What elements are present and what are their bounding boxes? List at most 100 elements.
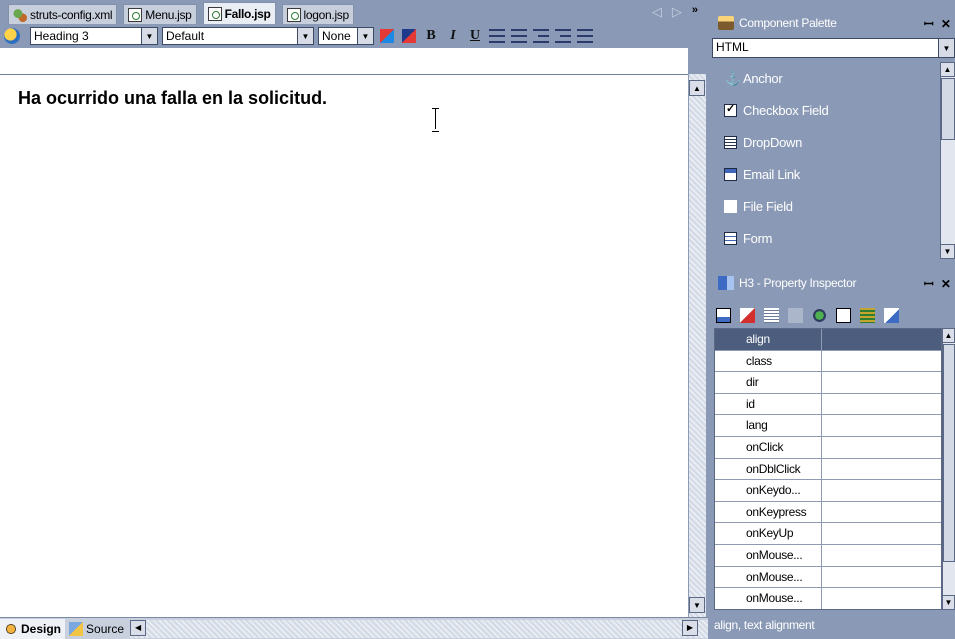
unordered-list-button[interactable]	[510, 27, 528, 45]
property-value[interactable]	[822, 480, 941, 501]
property-name: onDblClick	[715, 458, 822, 480]
wizard-icon[interactable]	[4, 28, 20, 44]
palette-item-anchor[interactable]: ⚓ Anchor	[712, 62, 955, 94]
property-value[interactable]	[822, 459, 941, 480]
tab-fallo-jsp[interactable]: Fallo.jsp	[202, 2, 276, 24]
property-row[interactable]: align	[715, 329, 941, 351]
property-value[interactable]	[822, 502, 941, 523]
scroll-down-icon[interactable]: ▼	[942, 595, 955, 610]
palette-scrollbar[interactable]: ▲ ▼	[940, 62, 955, 259]
palette-item-label: Form	[743, 230, 773, 246]
font-size-select[interactable]: None ▼	[318, 27, 374, 45]
property-row[interactable]: onKeyUp	[715, 523, 941, 545]
chevron-down-icon[interactable]: ▼	[141, 28, 157, 44]
properties-view-icon[interactable]	[716, 307, 731, 323]
property-grid-scrollbar[interactable]: ▲ ▼	[942, 328, 955, 610]
tab-design[interactable]: Design	[0, 618, 66, 639]
property-row[interactable]: onMouse...	[715, 566, 941, 589]
bold-button[interactable]: B	[422, 27, 440, 45]
document-canvas[interactable]	[0, 74, 688, 617]
property-value[interactable]	[822, 567, 941, 588]
underline-button[interactable]: U	[466, 27, 484, 45]
editor-vertical-scrollbar[interactable]: ▲ ▼	[688, 74, 706, 617]
disabled-tool-icon	[788, 307, 803, 323]
edit-property-icon[interactable]	[740, 307, 755, 323]
property-row[interactable]: onMouse...	[715, 588, 941, 609]
scroll-down-icon[interactable]: ▼	[940, 244, 955, 259]
design-view-icon	[4, 621, 18, 636]
document-heading[interactable]: Ha ocurrido una falla en la solicitud.	[18, 88, 327, 109]
scroll-up-icon[interactable]: ▲	[689, 80, 705, 96]
palette-category-select[interactable]: HTML ▼	[712, 38, 955, 58]
chevron-down-icon[interactable]: ▼	[357, 28, 373, 44]
chevron-down-icon[interactable]: ▼	[297, 28, 313, 44]
block-format-select[interactable]: Heading 3 ▼	[30, 27, 158, 45]
font-select[interactable]: Default ▼	[162, 27, 314, 45]
palette-item-email-link[interactable]: Email Link	[712, 158, 955, 190]
chevron-down-icon[interactable]: ▼	[938, 39, 954, 57]
scroll-left-icon[interactable]: ◀	[130, 619, 147, 636]
outdent-button[interactable]	[532, 27, 550, 45]
property-row[interactable]: onDblClick	[715, 458, 941, 481]
scroll-up-icon[interactable]: ▲	[942, 328, 955, 343]
pin-close-icon[interactable]: ꟷ ✕	[924, 275, 953, 292]
tab-struts-config[interactable]: struts-config.xml	[8, 4, 118, 24]
palette-item-file-field[interactable]: File Field	[712, 190, 955, 222]
tab-source[interactable]: Source	[65, 619, 128, 639]
font-value: Default	[166, 29, 205, 43]
scroll-down-icon[interactable]: ▼	[689, 597, 705, 613]
property-value[interactable]	[822, 545, 941, 566]
property-value[interactable]	[822, 523, 941, 544]
pin-close-icon[interactable]: ꟷ ✕	[924, 15, 953, 32]
form-icon	[724, 231, 737, 245]
scrollbar-thumb[interactable]	[941, 78, 955, 140]
more-tabs-chevron-icon[interactable]: »	[692, 4, 698, 20]
property-row[interactable]: class	[715, 350, 941, 373]
property-name: lang	[715, 415, 822, 436]
palette-item-form[interactable]: Form	[712, 222, 955, 254]
scroll-right-icon[interactable]: ▶	[682, 619, 698, 636]
scroll-up-icon[interactable]: ▲	[940, 62, 955, 77]
text-cursor-icon	[431, 108, 441, 132]
palette-category-value: HTML	[716, 40, 749, 54]
property-value[interactable]	[822, 372, 941, 393]
property-value[interactable]	[822, 588, 941, 609]
property-row[interactable]: lang	[715, 415, 941, 437]
prev-tab-arrow-icon[interactable]: ◁	[652, 4, 662, 20]
property-row[interactable]: onClick	[715, 436, 941, 459]
palette-item-dropdown[interactable]: DropDown	[712, 126, 955, 158]
next-tab-arrow-icon[interactable]: ▷	[672, 4, 682, 20]
property-value[interactable]	[822, 394, 941, 415]
property-value[interactable]	[822, 415, 941, 436]
align-button[interactable]	[576, 27, 594, 45]
background-color-button[interactable]	[400, 27, 418, 45]
property-name: onKeydo...	[715, 480, 822, 501]
font-size-value: None	[322, 29, 351, 43]
indent-button[interactable]	[554, 27, 572, 45]
editor-horizontal-scrollbar[interactable]: ◀ ▶	[130, 619, 708, 638]
property-name: onMouse...	[715, 566, 822, 588]
property-row[interactable]: dir	[715, 372, 941, 394]
copy-icon[interactable]	[884, 307, 899, 323]
property-value[interactable]	[822, 437, 941, 458]
property-inspector-header: H3 - Property Inspector ꟷ ✕	[708, 272, 955, 294]
tab-logon-jsp[interactable]: logon.jsp	[281, 4, 354, 24]
tab-menu-jsp[interactable]: Menu.jsp	[123, 4, 197, 24]
document-canvas-top[interactable]	[0, 48, 688, 74]
ordered-list-button[interactable]	[488, 27, 506, 45]
property-value[interactable]	[822, 329, 941, 350]
property-row[interactable]: onKeypress	[715, 501, 941, 524]
property-row[interactable]: onMouse...	[715, 544, 941, 567]
property-row[interactable]: id	[715, 393, 941, 416]
italic-button[interactable]: I	[444, 27, 462, 45]
list-view-icon[interactable]	[860, 307, 875, 323]
object-tool-icon[interactable]	[812, 307, 827, 323]
new-icon[interactable]	[836, 307, 851, 323]
property-row[interactable]: onKeydo...	[715, 480, 941, 502]
palette-item-checkbox-field[interactable]: Checkbox Field	[712, 94, 955, 126]
text-color-button[interactable]	[378, 27, 396, 45]
events-view-icon[interactable]	[764, 307, 779, 323]
property-value[interactable]	[822, 351, 941, 372]
component-palette-title: Component Palette	[739, 16, 837, 30]
scrollbar-thumb[interactable]	[943, 344, 955, 562]
